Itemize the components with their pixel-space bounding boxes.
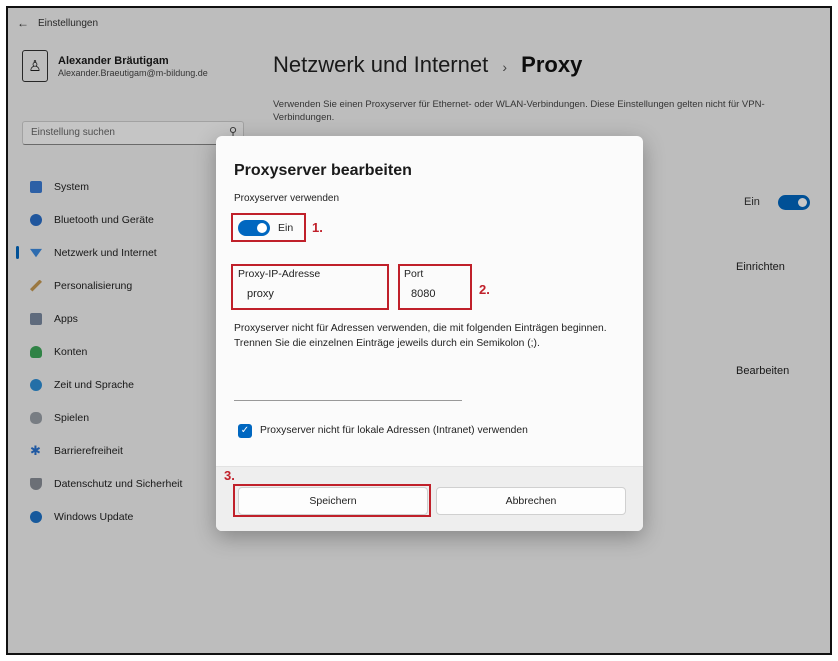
dialog-footer: 3. Speichern Abbrechen [216, 466, 643, 531]
exceptions-description: Proxyserver nicht für Adressen verwenden… [234, 323, 607, 349]
annotation-step-2: 2. [479, 282, 490, 297]
annotation-step-1: 1. [312, 220, 323, 235]
port-field[interactable]: 8080 [411, 288, 435, 300]
use-proxy-toggle-label: Ein [278, 222, 294, 234]
local-addresses-checkbox[interactable]: ✓ [238, 424, 252, 438]
proxy-ip-field[interactable]: proxy [247, 288, 274, 300]
use-proxy-toggle[interactable] [238, 220, 270, 236]
cancel-button[interactable]: Abbrechen [436, 487, 626, 515]
proxy-edit-dialog: Proxyserver bearbeiten Proxyserver verwe… [216, 136, 643, 531]
port-label: Port [404, 268, 424, 280]
local-addresses-label: Proxyserver nicht für lokale Adressen (I… [260, 425, 528, 436]
use-proxy-label: Proxyserver verwenden [234, 193, 340, 204]
annotation-step-3: 3. [224, 468, 235, 483]
save-button[interactable]: Speichern [238, 487, 428, 515]
dialog-title: Proxyserver bearbeiten [234, 162, 412, 179]
settings-window: ← Einstellungen ♙ Alexander Bräutigam Al… [6, 6, 832, 655]
exceptions-field[interactable] [234, 400, 462, 401]
proxy-ip-label: Proxy-IP-Adresse [238, 268, 321, 280]
